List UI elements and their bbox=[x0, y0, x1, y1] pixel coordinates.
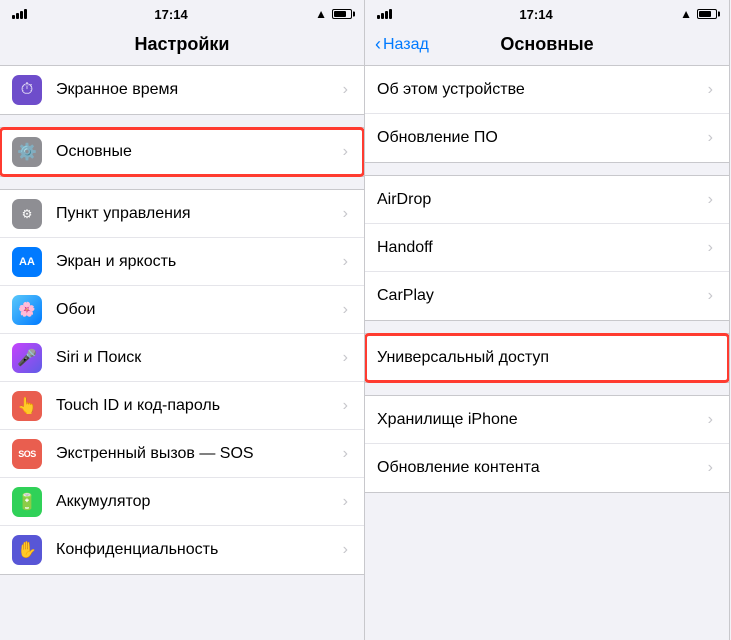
right-page-title: Основные bbox=[500, 34, 593, 55]
general-icon: ⚙️ bbox=[12, 137, 42, 167]
about-label: Об этом устройстве bbox=[377, 81, 708, 99]
settings-item-carplay[interactable]: CarPlay › bbox=[365, 272, 729, 320]
status-right-right: ▲ bbox=[680, 7, 717, 21]
about-chevron: › bbox=[708, 81, 713, 99]
wallpaper-label: Обои bbox=[56, 301, 343, 319]
sos-icon: SOS bbox=[12, 439, 42, 469]
sos-label: Экстренный вызов — SOS bbox=[56, 445, 343, 463]
settings-item-sos[interactable]: SOS Экстренный вызов — SOS › bbox=[0, 430, 364, 478]
right-section-3: Универсальный доступ bbox=[365, 333, 729, 383]
touch-id-label: Touch ID и код-пароль bbox=[56, 397, 343, 415]
screen-time-label: Экранное время bbox=[56, 81, 343, 99]
settings-section-2: ⚙️ Основные › bbox=[0, 127, 364, 177]
time-right: 17:14 bbox=[519, 7, 552, 22]
battery-fill-right bbox=[699, 11, 711, 17]
bg-refresh-label: Обновление контента bbox=[377, 459, 708, 477]
carplay-label: CarPlay bbox=[377, 287, 708, 305]
signal-right bbox=[377, 9, 392, 19]
status-right-left: ▲ bbox=[315, 7, 352, 21]
battery-fill-left bbox=[334, 11, 346, 17]
privacy-icon: ✋ bbox=[12, 535, 42, 565]
accessibility-label: Универсальный доступ bbox=[377, 349, 713, 367]
status-bar-right: 17:14 ▲ bbox=[365, 0, 729, 28]
sos-chevron: › bbox=[343, 445, 348, 463]
signal-left bbox=[12, 9, 27, 19]
display-icon: AA bbox=[12, 247, 42, 277]
control-center-label: Пункт управления bbox=[56, 205, 343, 223]
right-section-2: AirDrop › Handoff › CarPlay › bbox=[365, 175, 729, 321]
siri-icon: 🎤 bbox=[12, 343, 42, 373]
settings-item-update[interactable]: Обновление ПО › bbox=[365, 114, 729, 162]
right-section-1: Об этом устройстве › Обновление ПО › bbox=[365, 65, 729, 163]
signal-bars bbox=[12, 9, 27, 19]
nav-bar: ‹ Назад Основные bbox=[365, 28, 729, 65]
settings-item-siri[interactable]: 🎤 Siri и Поиск › bbox=[0, 334, 364, 382]
privacy-label: Конфиденциальность bbox=[56, 541, 343, 559]
handoff-label: Handoff bbox=[377, 239, 708, 257]
back-label: Назад bbox=[383, 36, 429, 54]
battery-icon: 🔋 bbox=[12, 487, 42, 517]
settings-section-3: ⚙ Пункт управления › AA Экран и яркость … bbox=[0, 189, 364, 575]
siri-chevron: › bbox=[343, 349, 348, 367]
airdrop-chevron: › bbox=[708, 191, 713, 209]
settings-section-1: ⏱ Экранное время › bbox=[0, 65, 364, 115]
time-left: 17:14 bbox=[154, 7, 187, 22]
control-center-chevron: › bbox=[343, 205, 348, 223]
settings-item-bg-refresh[interactable]: Обновление контента › bbox=[365, 444, 729, 492]
settings-item-handoff[interactable]: Handoff › bbox=[365, 224, 729, 272]
battery-right bbox=[697, 9, 717, 19]
bg-refresh-chevron: › bbox=[708, 459, 713, 477]
screen-time-icon: ⏱ bbox=[12, 75, 42, 105]
battery-chevron: › bbox=[343, 493, 348, 511]
display-chevron: › bbox=[343, 253, 348, 271]
settings-item-display[interactable]: AA Экран и яркость › bbox=[0, 238, 364, 286]
touch-id-chevron: › bbox=[343, 397, 348, 415]
settings-item-wallpaper[interactable]: 🌸 Обои › bbox=[0, 286, 364, 334]
iphone-storage-chevron: › bbox=[708, 411, 713, 429]
update-chevron: › bbox=[708, 129, 713, 147]
general-label: Основные bbox=[56, 143, 343, 161]
battery-left bbox=[332, 9, 352, 19]
settings-item-touch-id[interactable]: 👆 Touch ID и код-пароль › bbox=[0, 382, 364, 430]
settings-item-battery[interactable]: 🔋 Аккумулятор › bbox=[0, 478, 364, 526]
wallpaper-icon: 🌸 bbox=[12, 295, 42, 325]
general-chevron: › bbox=[343, 143, 348, 161]
back-button[interactable]: ‹ Назад bbox=[375, 34, 429, 55]
right-section-4: Хранилище iPhone › Обновление контента › bbox=[365, 395, 729, 493]
privacy-chevron: › bbox=[343, 541, 348, 559]
settings-item-privacy[interactable]: ✋ Конфиденциальность › bbox=[0, 526, 364, 574]
handoff-chevron: › bbox=[708, 239, 713, 257]
wifi-icon-left: ▲ bbox=[315, 7, 327, 21]
settings-item-general[interactable]: ⚙️ Основные › bbox=[0, 128, 364, 176]
settings-item-control-center[interactable]: ⚙ Пункт управления › bbox=[0, 190, 364, 238]
bar4 bbox=[24, 9, 27, 19]
carplay-chevron: › bbox=[708, 287, 713, 305]
display-label: Экран и яркость bbox=[56, 253, 343, 271]
right-panel: 17:14 ▲ ‹ Назад Основные Об этом устройс… bbox=[365, 0, 730, 640]
left-panel: 17:14 ▲ Настройки ⏱ Экранное время › ⚙️ … bbox=[0, 0, 365, 640]
battery-label: Аккумулятор bbox=[56, 493, 343, 511]
settings-item-airdrop[interactable]: AirDrop › bbox=[365, 176, 729, 224]
status-bar-left: 17:14 ▲ bbox=[0, 0, 364, 28]
settings-item-iphone-storage[interactable]: Хранилище iPhone › bbox=[365, 396, 729, 444]
screen-time-chevron: › bbox=[343, 81, 348, 99]
wifi-icon-right: ▲ bbox=[680, 7, 692, 21]
touch-id-icon: 👆 bbox=[12, 391, 42, 421]
settings-item-accessibility[interactable]: Универсальный доступ bbox=[365, 334, 729, 382]
control-center-icon: ⚙ bbox=[12, 199, 42, 229]
wallpaper-chevron: › bbox=[343, 301, 348, 319]
back-chevron-icon: ‹ bbox=[375, 34, 381, 55]
bar3 bbox=[20, 11, 23, 19]
settings-item-about[interactable]: Об этом устройстве › bbox=[365, 66, 729, 114]
bar2 bbox=[16, 13, 19, 19]
update-label: Обновление ПО bbox=[377, 129, 708, 147]
bar1 bbox=[12, 15, 15, 19]
settings-item-screen-time[interactable]: ⏱ Экранное время › bbox=[0, 66, 364, 114]
left-page-title: Настройки bbox=[0, 28, 364, 65]
airdrop-label: AirDrop bbox=[377, 191, 708, 209]
signal-bars-right bbox=[377, 9, 392, 19]
siri-label: Siri и Поиск bbox=[56, 349, 343, 367]
iphone-storage-label: Хранилище iPhone bbox=[377, 411, 708, 429]
